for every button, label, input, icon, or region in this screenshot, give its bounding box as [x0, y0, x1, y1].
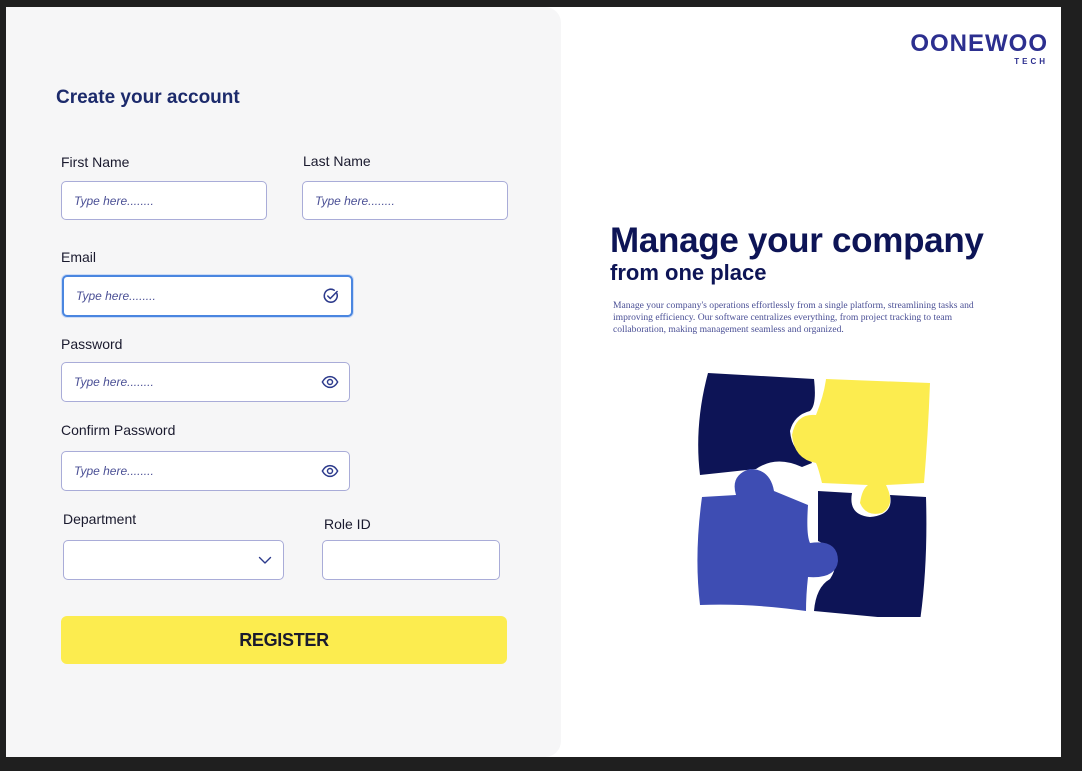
confirm-password-field[interactable]	[61, 451, 350, 491]
role-id-input[interactable]	[335, 541, 461, 579]
last-name-label: Last Name	[303, 153, 371, 169]
puzzle-piece-bottom-left	[697, 469, 838, 611]
email-input[interactable]	[76, 277, 313, 315]
puzzle-illustration	[697, 373, 930, 617]
check-circle-icon	[323, 288, 339, 303]
last-name-input[interactable]	[315, 182, 469, 219]
hero-description: Manage your company's operations effortl…	[613, 300, 974, 335]
hero-subheadline: from one place	[610, 260, 767, 285]
first-name-label: First Name	[61, 154, 130, 170]
app-window: Create your account First Name Last Name…	[6, 7, 1061, 757]
logo-subtext: TECH	[1014, 57, 1048, 66]
register-button[interactable]: REGISTER	[61, 616, 507, 664]
chevron-down-icon[interactable]	[257, 552, 273, 568]
department-label: Department	[63, 511, 137, 527]
last-name-field[interactable]	[302, 181, 508, 220]
department-select[interactable]	[63, 540, 284, 580]
company-logo: OONEWOO TECH	[910, 30, 1048, 66]
first-name-input[interactable]	[74, 182, 228, 219]
role-id-field[interactable]	[322, 540, 500, 580]
confirm-password-input[interactable]	[74, 452, 311, 490]
email-label: Email	[61, 249, 97, 265]
logo-text: OONEWOO	[910, 30, 1048, 57]
first-name-field[interactable]	[61, 181, 267, 220]
password-field[interactable]	[61, 362, 350, 402]
confirm-password-label: Confirm Password	[61, 422, 176, 438]
eye-icon[interactable]	[321, 373, 339, 391]
eye-icon[interactable]	[321, 462, 339, 480]
password-input[interactable]	[74, 363, 311, 401]
email-field[interactable]	[62, 275, 353, 317]
role-id-label: Role ID	[324, 516, 371, 532]
form-title: Create your account	[56, 87, 240, 108]
hero-headline: Manage your company	[610, 221, 984, 260]
password-label: Password	[61, 336, 123, 352]
registration-panel: Create your account First Name Last Name…	[6, 7, 561, 757]
